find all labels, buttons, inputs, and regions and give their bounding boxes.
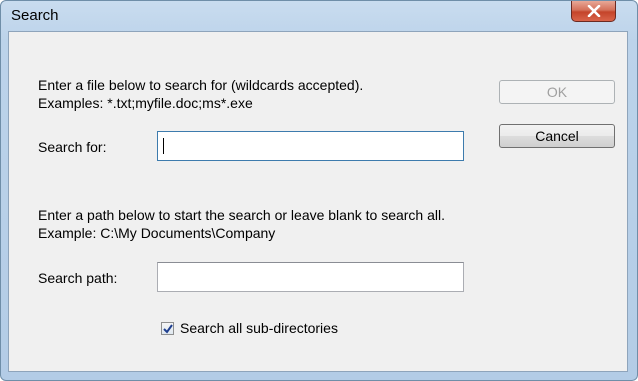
check-icon [163,324,173,334]
subdirectories-checkbox[interactable] [161,322,174,335]
close-icon [587,5,601,17]
text-caret [163,138,164,154]
search-path-input[interactable] [157,262,464,292]
search-dialog: Search Enter a file below to search for … [0,0,638,381]
path-instruction: Enter a path below to start the search o… [38,207,446,223]
file-instruction: Enter a file below to search for (wildca… [38,77,364,93]
close-button[interactable] [571,1,616,22]
search-path-label: Search path: [38,270,118,286]
search-for-input[interactable] [157,131,464,161]
file-examples: Examples: *.txt;myfile.doc;ms*.exe [38,95,253,111]
cancel-button[interactable]: Cancel [499,124,615,148]
dialog-body: Enter a file below to search for (wildca… [8,31,628,372]
search-for-label: Search for: [38,139,107,155]
title-bar[interactable]: Search [1,1,637,31]
window-title: Search [11,7,59,24]
subdirectories-label[interactable]: Search all sub-directories [180,320,338,336]
path-example: Example: C:\My Documents\Company [38,225,276,241]
ok-button[interactable]: OK [499,80,615,104]
